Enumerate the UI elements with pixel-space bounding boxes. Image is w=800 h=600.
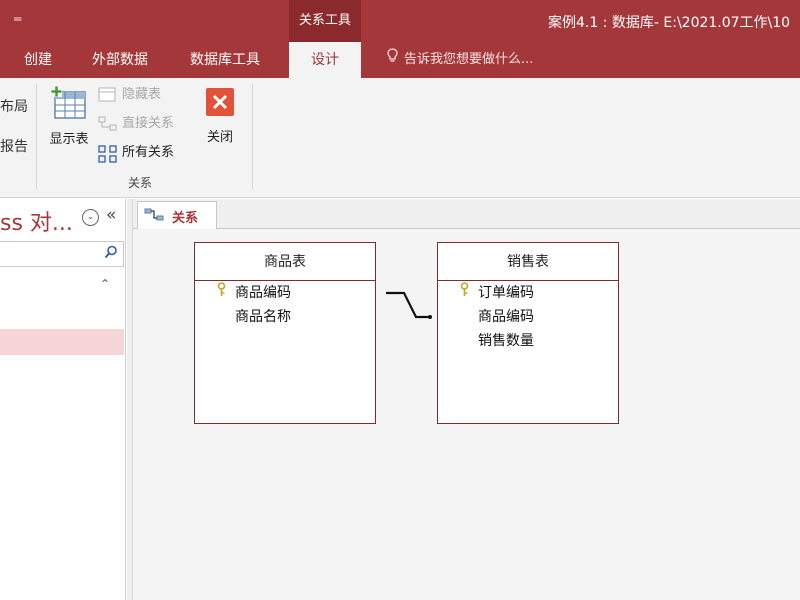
table-title[interactable]: 商品表 xyxy=(195,243,375,281)
close-icon xyxy=(204,88,236,122)
close-relationships-button[interactable]: 关闭 xyxy=(198,86,242,145)
field-label: 商品编码 xyxy=(478,309,534,325)
tab-database-tools[interactable]: 数据库工具 xyxy=(190,42,260,78)
relationships-icon xyxy=(144,207,164,223)
lightbulb-icon xyxy=(384,42,400,78)
document-tab-bar: 关系 xyxy=(133,199,800,229)
table-window-sales[interactable]: 销售表 订单编码 商品编码 销售数量 xyxy=(437,242,619,424)
tab-design[interactable]: 设计 xyxy=(289,42,361,78)
table-icon xyxy=(51,86,87,124)
hide-table-button[interactable]: 隐藏表 xyxy=(98,84,161,106)
all-relationships-label: 所有关系 xyxy=(122,145,175,160)
hide-table-label: 隐藏表 xyxy=(122,87,162,102)
field-item[interactable]: 销售数量 xyxy=(438,329,618,353)
field-item[interactable]: 商品编码 xyxy=(438,305,618,329)
ribbon-tab-row: 创建 外部数据 数据库工具 设计 告诉我您想要做什么... xyxy=(0,42,800,78)
report-button-partial[interactable]: 报告 xyxy=(0,136,28,156)
navigation-pane: ss 对... ⌄ « ⌃ xyxy=(0,199,126,600)
tab-external-data[interactable]: 外部数据 xyxy=(92,42,148,78)
field-item[interactable]: 订单编码 xyxy=(438,281,618,305)
window-title: 案例4.1 : 数据库- E:\2021.07工作\10 xyxy=(548,15,791,31)
close-label: 关闭 xyxy=(206,130,233,145)
key-icon xyxy=(460,281,469,305)
show-table-label: 显示表 xyxy=(49,132,89,147)
field-label: 订单编码 xyxy=(478,285,534,301)
hide-table-icon xyxy=(98,87,118,103)
relationships-canvas[interactable]: 商品表 商品编码 商品名称 销售表 订单编码 商品编码 销售数量 xyxy=(133,229,800,600)
table-title[interactable]: 销售表 xyxy=(438,243,618,281)
group-separator xyxy=(252,84,253,190)
ribbon: 布局 报告 显示表 隐藏表 直接关系 所有关系 关闭 关系 xyxy=(0,78,800,198)
direct-relationships-button[interactable]: 直接关系 xyxy=(98,113,174,135)
all-relationships-button[interactable]: 所有关系 xyxy=(98,142,174,164)
tell-me-text: 告诉我您想要做什么... xyxy=(404,52,534,67)
field-label: 商品名称 xyxy=(235,309,291,325)
chevron-up-icon[interactable]: ⌃ xyxy=(100,277,110,291)
layout-button-partial[interactable]: 布局 xyxy=(0,96,28,116)
table-window-products[interactable]: 商品表 商品编码 商品名称 xyxy=(194,242,376,424)
tab-create[interactable]: 创建 xyxy=(24,42,52,78)
relationships-group-label: 关系 xyxy=(128,176,153,190)
field-label: 销售数量 xyxy=(478,333,534,349)
all-relationships-icon xyxy=(98,144,118,163)
tell-me-search[interactable]: 告诉我您想要做什么... xyxy=(384,42,533,78)
nav-pane-title[interactable]: ss 对... xyxy=(0,205,73,237)
nav-search-input[interactable] xyxy=(0,241,124,267)
field-item[interactable]: 商品编码 xyxy=(195,281,375,305)
nav-item-selected[interactable] xyxy=(0,329,124,355)
group-separator xyxy=(36,84,37,190)
collapse-nav-icon[interactable]: « xyxy=(106,205,116,225)
title-bar: ═ 关系工具 案例4.1 : 数据库- E:\2021.07工作\10 xyxy=(0,0,800,42)
search-icon[interactable] xyxy=(104,245,118,263)
key-icon xyxy=(217,281,226,305)
field-label: 商品编码 xyxy=(235,285,291,301)
relationship-tools-header: 关系工具 xyxy=(289,0,361,42)
show-table-button[interactable]: 显示表 xyxy=(44,86,94,147)
tab-relationships-label: 关系 xyxy=(172,211,199,226)
tab-relationships[interactable]: 关系 xyxy=(137,201,217,229)
chevron-down-icon[interactable]: ⌄ xyxy=(82,209,99,226)
direct-relationships-icon xyxy=(98,116,118,132)
direct-relationships-label: 直接关系 xyxy=(122,116,175,131)
field-item[interactable]: 商品名称 xyxy=(195,305,375,329)
quick-access-icon[interactable]: ═ xyxy=(14,12,21,26)
